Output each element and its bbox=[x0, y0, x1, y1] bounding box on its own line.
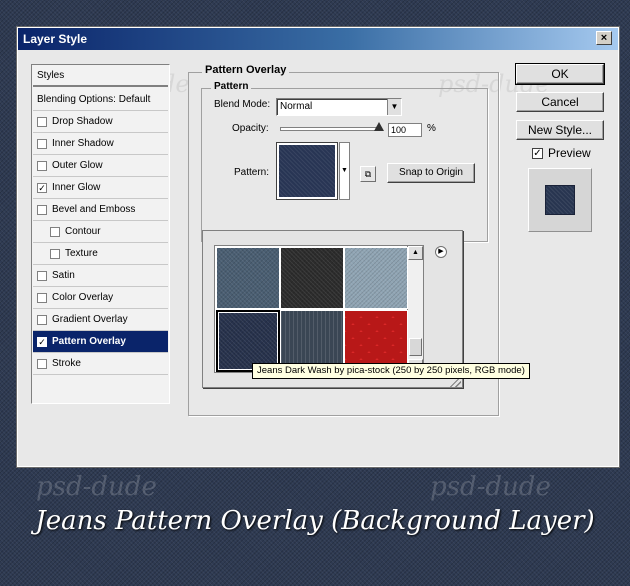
styles-header[interactable]: Styles bbox=[33, 65, 168, 87]
opacity-label: Opacity: bbox=[232, 123, 269, 134]
opacity-unit: % bbox=[427, 123, 436, 134]
dialog-title: Layer Style bbox=[23, 32, 88, 46]
styles-item-label: Blending Options: Default bbox=[37, 94, 151, 105]
styles-item-label: Color Overlay bbox=[52, 292, 114, 303]
style-preview bbox=[528, 168, 592, 232]
pattern-swatch[interactable] bbox=[276, 142, 338, 200]
styles-item-checkbox[interactable] bbox=[37, 117, 47, 127]
watermark-bottom-right: psd-dude bbox=[430, 472, 551, 502]
picker-menu-icon[interactable]: ▶ bbox=[435, 246, 447, 258]
pattern-group-title: Pattern bbox=[211, 81, 252, 92]
styles-item-checkbox[interactable] bbox=[37, 161, 47, 171]
opacity-slider-thumb[interactable] bbox=[374, 122, 384, 131]
opacity-input[interactable]: 100 bbox=[388, 123, 422, 137]
styles-item-label: Bevel and Emboss bbox=[52, 204, 136, 215]
styles-item-checkbox[interactable]: ✓ bbox=[37, 337, 47, 347]
styles-item-inner-shadow[interactable]: Inner Shadow bbox=[33, 133, 168, 155]
styles-item-checkbox[interactable] bbox=[37, 293, 47, 303]
pattern-overlay-title: Pattern Overlay bbox=[202, 64, 290, 76]
pattern-dropdown-arrow[interactable]: ▼ bbox=[339, 142, 350, 200]
cancel-button[interactable]: Cancel bbox=[516, 92, 604, 112]
styles-item-checkbox[interactable] bbox=[37, 271, 47, 281]
styles-item-label: Inner Shadow bbox=[52, 138, 114, 149]
styles-item-checkbox[interactable] bbox=[37, 139, 47, 149]
styles-item-contour[interactable]: Contour bbox=[33, 221, 168, 243]
styles-item-gradient-overlay[interactable]: Gradient Overlay bbox=[33, 309, 168, 331]
styles-item-checkbox[interactable] bbox=[37, 205, 47, 215]
styles-item-inner-glow[interactable]: ✓ Inner Glow bbox=[33, 177, 168, 199]
pattern-tile-dark-charcoal[interactable] bbox=[280, 247, 344, 309]
snap-to-origin-button[interactable]: Snap to Origin bbox=[387, 163, 475, 183]
styles-item-label: Stroke bbox=[52, 358, 81, 369]
styles-item-checkbox[interactable]: ✓ bbox=[37, 183, 47, 193]
chevron-down-icon: ▼ bbox=[341, 167, 348, 174]
title-bar[interactable]: Layer Style × bbox=[18, 28, 618, 50]
styles-item-label: Contour bbox=[65, 226, 101, 237]
preview-checkbox[interactable]: ✓ bbox=[532, 148, 543, 159]
preview-label: Preview bbox=[548, 146, 591, 160]
pattern-swatch-fill bbox=[279, 145, 335, 197]
opacity-slider[interactable] bbox=[280, 127, 380, 131]
blend-mode-value: Normal bbox=[280, 101, 313, 112]
styles-header-label: Styles bbox=[37, 70, 65, 81]
pattern-scrollbar[interactable]: ▲ ▼ bbox=[408, 245, 424, 373]
styles-item-checkbox[interactable] bbox=[50, 249, 60, 259]
caption: Jeans Pattern Overlay (Background Layer) bbox=[35, 506, 595, 536]
watermark-bottom-left: psd-dude bbox=[36, 472, 157, 502]
styles-item-label: Texture bbox=[65, 248, 98, 259]
styles-item-outer-glow[interactable]: Outer Glow bbox=[33, 155, 168, 177]
styles-item-label: Outer Glow bbox=[52, 160, 103, 171]
styles-item-label: Satin bbox=[52, 270, 75, 281]
scrollbar-thumb[interactable] bbox=[409, 338, 422, 356]
ok-button[interactable]: OK bbox=[515, 63, 605, 85]
styles-item-checkbox[interactable] bbox=[50, 227, 60, 237]
styles-item-blending-options-default[interactable]: Blending Options: Default bbox=[33, 89, 168, 111]
chevron-down-icon[interactable]: ▼ bbox=[387, 99, 401, 115]
checkmark-icon: ✓ bbox=[533, 148, 542, 159]
styles-list: Styles Blending Options: Default Drop Sha… bbox=[31, 64, 170, 404]
pattern-label: Pattern: bbox=[234, 167, 270, 178]
styles-item-label: Drop Shadow bbox=[52, 116, 113, 127]
styles-item-bevel-and-emboss[interactable]: Bevel and Emboss bbox=[33, 199, 168, 221]
layer-style-dialog: Layer Style × psd-dude psd-dude psd-dude… bbox=[16, 26, 620, 468]
styles-item-checkbox[interactable] bbox=[37, 359, 47, 369]
styles-item-stroke[interactable]: Stroke bbox=[33, 353, 168, 375]
pattern-tile-steel-blue[interactable] bbox=[216, 247, 280, 309]
styles-item-texture[interactable]: Texture bbox=[33, 243, 168, 265]
close-button[interactable]: × bbox=[596, 31, 612, 45]
new-style-button[interactable]: New Style... bbox=[516, 120, 604, 140]
styles-item-checkbox[interactable] bbox=[37, 315, 47, 325]
styles-item-drop-shadow[interactable]: Drop Shadow bbox=[33, 111, 168, 133]
scroll-up-icon[interactable]: ▲ bbox=[408, 246, 423, 260]
styles-item-label: Gradient Overlay bbox=[52, 314, 128, 325]
new-preset-icon: ⧉ bbox=[364, 169, 372, 179]
new-preset-button[interactable]: ⧉ bbox=[360, 166, 376, 182]
styles-item-color-overlay[interactable]: Color Overlay bbox=[33, 287, 168, 309]
styles-item-label: Inner Glow bbox=[52, 182, 101, 193]
pattern-tooltip: Jeans Dark Wash by pica-stock (250 by 25… bbox=[252, 363, 530, 379]
preview-swatch bbox=[545, 185, 575, 215]
blend-mode-label: Blend Mode: bbox=[214, 99, 271, 110]
pattern-grid bbox=[214, 245, 408, 373]
blend-mode-select[interactable]: Normal ▼ bbox=[276, 98, 402, 116]
pattern-tile-light-denim[interactable] bbox=[344, 247, 408, 309]
styles-item-satin[interactable]: Satin bbox=[33, 265, 168, 287]
styles-item-label: Pattern Overlay bbox=[52, 336, 126, 347]
styles-item-pattern-overlay[interactable]: ✓ Pattern Overlay bbox=[33, 331, 168, 353]
close-icon: × bbox=[600, 32, 608, 44]
